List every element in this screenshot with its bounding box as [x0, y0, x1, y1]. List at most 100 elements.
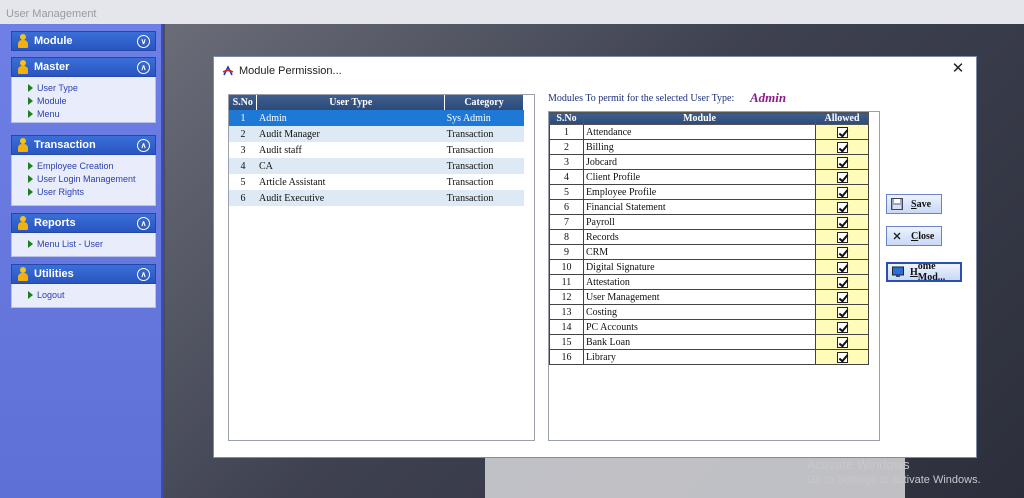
chevron-up-icon[interactable]: ∧ — [137, 268, 150, 281]
table-row[interactable]: 3 Audit staff Transaction — [229, 142, 524, 158]
table-cell-cat[interactable]: Transaction — [445, 174, 524, 190]
sidebar-item-user-type[interactable]: User Type — [28, 81, 155, 94]
allowed-checkbox[interactable] — [836, 156, 848, 168]
table-row[interactable]: 1 Admin Sys Admin — [229, 110, 524, 126]
allowed-checkbox[interactable] — [836, 216, 848, 228]
table-row[interactable]: 3 Jobcard — [549, 154, 869, 170]
sidebar-panel-module[interactable]: Module ∨ — [11, 31, 156, 51]
allowed-checkbox[interactable] — [836, 231, 848, 243]
sidebar-item-user-rights[interactable]: User Rights — [28, 185, 155, 198]
table-cell-sno: 7 — [549, 214, 584, 230]
user-type-grid[interactable]: S.No User Type Category 1 Admin Sys Admin 2… — [228, 94, 535, 441]
column-header-module[interactable]: Module — [582, 112, 817, 125]
allowed-checkbox[interactable] — [836, 261, 848, 273]
sidebar-item-employee-creation[interactable]: Employee Creation — [28, 159, 155, 172]
allowed-checkbox[interactable] — [836, 321, 848, 333]
sidebar-panel-master-header[interactable]: Master ∧ — [11, 57, 156, 77]
home-module-button[interactable]: Home Mod... — [886, 261, 962, 283]
table-row[interactable]: 15 Bank Loan — [549, 334, 869, 350]
table-cell-sno[interactable]: 3 — [229, 142, 257, 158]
column-header-user-type[interactable]: User Type — [256, 95, 446, 110]
allowed-checkbox[interactable] — [836, 291, 848, 303]
nav-label[interactable]: Employee Creation — [37, 161, 114, 171]
nav-label[interactable]: Logout — [37, 290, 65, 300]
allowed-checkbox[interactable] — [836, 186, 848, 198]
allowed-checkbox[interactable] — [836, 336, 848, 348]
table-row[interactable]: 5 Employee Profile — [549, 184, 869, 200]
table-cell-utype[interactable]: Article Assistant — [257, 174, 445, 190]
allowed-checkbox[interactable] — [836, 171, 848, 183]
table-row[interactable]: 8 Records — [549, 229, 869, 245]
sidebar-item-menu-list-user[interactable]: Menu List - User — [28, 237, 155, 250]
table-cell-utype[interactable]: Audit Executive — [256, 190, 445, 206]
table-row[interactable]: 4 CA Transaction — [229, 158, 524, 174]
sidebar-panel-transaction-header[interactable]: Transaction ∧ — [11, 135, 156, 155]
table-cell-sno[interactable]: 6 — [229, 190, 257, 206]
table-row[interactable]: 16 Library — [549, 349, 869, 365]
table-cell-cat[interactable]: Transaction — [445, 142, 524, 158]
table-cell-sno[interactable]: 4 — [229, 158, 257, 174]
table-row[interactable]: 14 PC Accounts — [549, 319, 869, 335]
table-cell-cat[interactable]: Transaction — [444, 126, 524, 142]
close-icon[interactable]: ✕ — [948, 59, 968, 79]
sidebar-panel-module-header[interactable]: Module ∨ — [11, 31, 156, 51]
table-cell-utype[interactable]: Audit Manager — [256, 126, 445, 142]
chevron-up-icon[interactable]: ∧ — [137, 217, 150, 230]
allowed-checkbox[interactable] — [836, 351, 848, 363]
chevron-down-icon[interactable]: ∨ — [137, 35, 150, 48]
floppy-disk-icon — [891, 198, 903, 210]
nav-label[interactable]: User Type — [37, 83, 78, 93]
column-header-sno[interactable]: S.No — [549, 112, 584, 125]
table-cell-utype[interactable]: Audit staff — [257, 142, 445, 158]
allowed-checkbox[interactable] — [836, 141, 848, 153]
table-row[interactable]: 9 CRM — [549, 244, 869, 260]
table-row[interactable]: 13 Costing — [549, 304, 869, 320]
table-cell-sno[interactable]: 2 — [229, 126, 257, 142]
chevron-up-icon[interactable]: ∧ — [137, 61, 150, 74]
nav-label[interactable]: Menu List - User — [37, 239, 103, 249]
sidebar-panel-reports-header[interactable]: Reports ∧ — [11, 213, 156, 233]
sidebar-item-module[interactable]: Module — [28, 94, 155, 107]
table-cell-cat[interactable]: Transaction — [444, 158, 524, 174]
chevron-up-icon[interactable]: ∧ — [137, 139, 150, 152]
nav-label[interactable]: Menu — [37, 109, 60, 119]
table-row[interactable]: 4 Client Profile — [549, 169, 869, 185]
column-header-category[interactable]: Category — [444, 95, 524, 110]
table-row[interactable]: 12 User Management — [549, 289, 869, 305]
allowed-checkbox[interactable] — [836, 276, 848, 288]
sidebar-item-logout[interactable]: Logout — [28, 288, 155, 301]
module-grid[interactable]: S.No Module Allowed 1 Attendance 2 Billing 3… — [548, 111, 880, 441]
arrow-right-icon — [28, 239, 33, 248]
table-row[interactable]: 7 Payroll — [549, 214, 869, 230]
nav-label[interactable]: User Rights — [37, 187, 84, 197]
allowed-checkbox[interactable] — [836, 126, 848, 138]
sidebar-panel-utilities-header[interactable]: Utilities ∧ — [11, 264, 156, 284]
table-row[interactable]: 6 Audit Executive Transaction — [229, 190, 524, 206]
table-row[interactable]: 2 Audit Manager Transaction — [229, 126, 524, 142]
table-cell-cat[interactable]: Transaction — [444, 190, 524, 206]
table-row[interactable]: 6 Financial Statement — [549, 199, 869, 215]
table-row[interactable]: 5 Article Assistant Transaction — [229, 174, 524, 190]
close-button[interactable]: Close — [886, 226, 942, 246]
column-header-sno[interactable]: S.No — [229, 95, 258, 110]
nav-label[interactable]: User Login Management — [37, 174, 136, 184]
table-row[interactable]: 2 Billing — [549, 139, 869, 155]
sidebar-item-menu[interactable]: Menu — [28, 107, 155, 120]
save-button[interactable]: Save — [886, 194, 942, 214]
table-row[interactable]: 1 Attendance — [549, 124, 869, 140]
table-cell-utype[interactable]: Admin — [256, 110, 445, 126]
sidebar-panel-reports: Reports ∧ Menu List - User — [11, 213, 156, 257]
table-cell-allowed — [815, 244, 869, 260]
column-header-allowed[interactable]: Allowed — [815, 112, 869, 125]
table-cell-sno[interactable]: 1 — [229, 110, 257, 126]
table-row[interactable]: 10 Digital Signature — [549, 259, 869, 275]
allowed-checkbox[interactable] — [836, 201, 848, 213]
table-cell-cat[interactable]: Sys Admin — [444, 110, 524, 126]
table-cell-sno[interactable]: 5 — [229, 174, 257, 190]
table-row[interactable]: 11 Attestation — [549, 274, 869, 290]
allowed-checkbox[interactable] — [836, 306, 848, 318]
nav-label[interactable]: Module — [37, 96, 67, 106]
allowed-checkbox[interactable] — [836, 246, 848, 258]
table-cell-utype[interactable]: CA — [256, 158, 445, 174]
sidebar-item-user-login-management[interactable]: User Login Management — [28, 172, 155, 185]
